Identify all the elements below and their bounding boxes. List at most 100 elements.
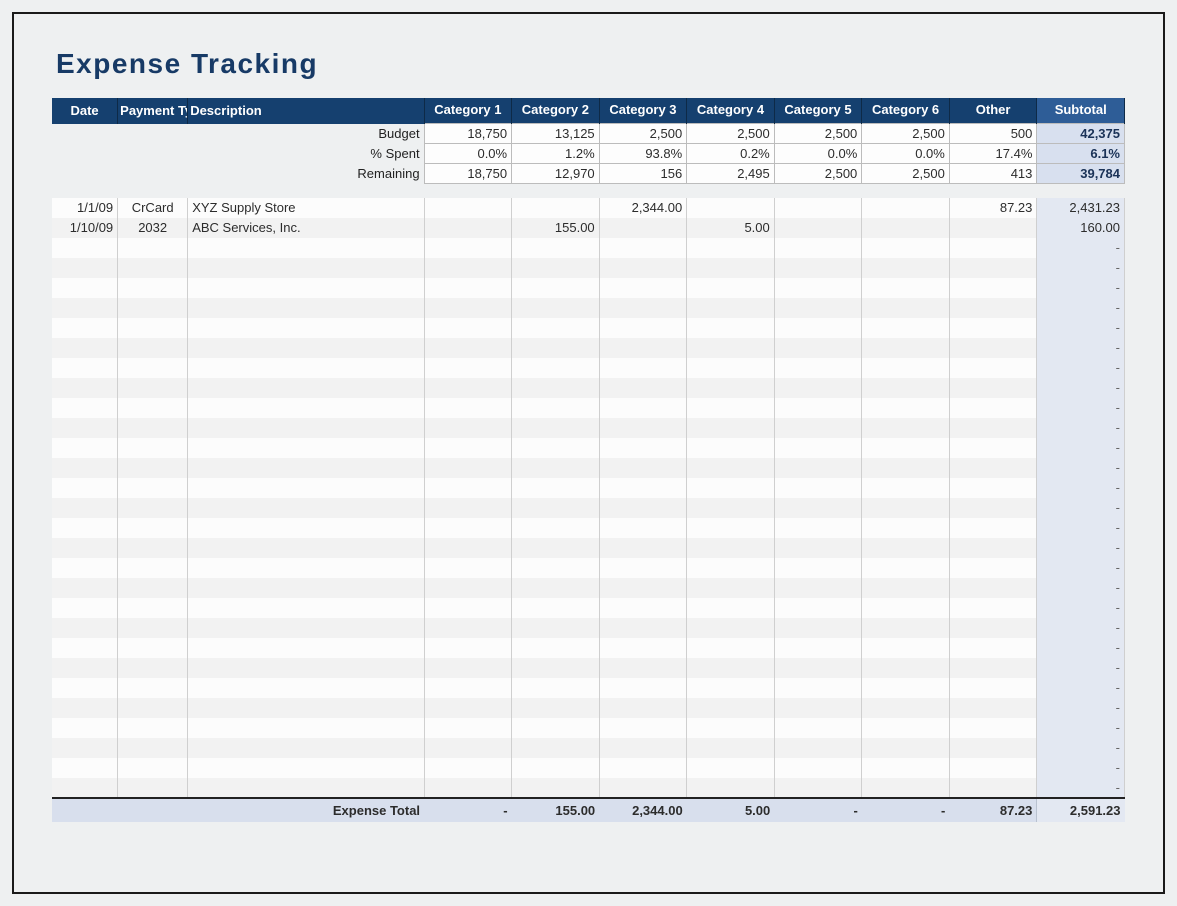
budget-c5[interactable]: 2,500 bbox=[774, 124, 862, 144]
cell-cat2[interactable] bbox=[512, 398, 600, 418]
col-cat4[interactable]: Category 4 bbox=[687, 98, 775, 124]
cell-payment[interactable] bbox=[118, 398, 188, 418]
cell-cat5[interactable] bbox=[774, 458, 862, 478]
cell-cat6[interactable] bbox=[862, 778, 950, 798]
cell-cat5[interactable] bbox=[774, 258, 862, 278]
cell-cat3[interactable] bbox=[599, 318, 687, 338]
cell-date[interactable]: 1/1/09 bbox=[52, 198, 118, 218]
cell-other[interactable] bbox=[949, 498, 1037, 518]
cell-other[interactable] bbox=[949, 338, 1037, 358]
cell-other[interactable] bbox=[949, 358, 1037, 378]
cell-date[interactable] bbox=[52, 498, 118, 518]
cell-cat4[interactable] bbox=[687, 518, 775, 538]
cell-cat6[interactable] bbox=[862, 258, 950, 278]
cell-cat3[interactable] bbox=[599, 518, 687, 538]
cell-cat4[interactable] bbox=[687, 418, 775, 438]
cell-cat4[interactable] bbox=[687, 718, 775, 738]
cell-cat5[interactable] bbox=[774, 278, 862, 298]
cell-date[interactable] bbox=[52, 538, 118, 558]
cell-cat4[interactable] bbox=[687, 658, 775, 678]
cell-cat2[interactable] bbox=[512, 238, 600, 258]
cell-cat4[interactable] bbox=[687, 538, 775, 558]
cell-cat1[interactable] bbox=[424, 518, 512, 538]
cell-cat6[interactable] bbox=[862, 198, 950, 218]
cell-payment[interactable] bbox=[118, 498, 188, 518]
cell-cat2[interactable] bbox=[512, 718, 600, 738]
cell-cat1[interactable] bbox=[424, 318, 512, 338]
cell-cat6[interactable] bbox=[862, 338, 950, 358]
cell-cat3[interactable] bbox=[599, 238, 687, 258]
cell-description[interactable] bbox=[188, 698, 424, 718]
cell-date[interactable] bbox=[52, 258, 118, 278]
cell-cat1[interactable] bbox=[424, 478, 512, 498]
cell-cat3[interactable] bbox=[599, 378, 687, 398]
cell-description[interactable] bbox=[188, 638, 424, 658]
cell-cat1[interactable] bbox=[424, 598, 512, 618]
cell-date[interactable] bbox=[52, 398, 118, 418]
cell-cat2[interactable] bbox=[512, 658, 600, 678]
col-cat3[interactable]: Category 3 bbox=[599, 98, 687, 124]
cell-description[interactable] bbox=[188, 518, 424, 538]
cell-description[interactable] bbox=[188, 598, 424, 618]
cell-other[interactable] bbox=[949, 218, 1037, 238]
cell-cat3[interactable] bbox=[599, 718, 687, 738]
cell-description[interactable] bbox=[188, 558, 424, 578]
cell-cat5[interactable] bbox=[774, 378, 862, 398]
cell-cat4[interactable] bbox=[687, 638, 775, 658]
cell-description[interactable] bbox=[188, 718, 424, 738]
cell-other[interactable] bbox=[949, 598, 1037, 618]
cell-cat3[interactable] bbox=[599, 218, 687, 238]
cell-payment[interactable]: CrCard bbox=[118, 198, 188, 218]
cell-payment[interactable] bbox=[118, 698, 188, 718]
cell-description[interactable] bbox=[188, 378, 424, 398]
cell-cat2[interactable] bbox=[512, 478, 600, 498]
cell-other[interactable] bbox=[949, 418, 1037, 438]
cell-cat5[interactable] bbox=[774, 398, 862, 418]
cell-payment[interactable] bbox=[118, 538, 188, 558]
cell-cat3[interactable] bbox=[599, 638, 687, 658]
cell-cat2[interactable] bbox=[512, 438, 600, 458]
cell-cat3[interactable] bbox=[599, 458, 687, 478]
cell-cat6[interactable] bbox=[862, 618, 950, 638]
cell-cat2[interactable] bbox=[512, 258, 600, 278]
cell-payment[interactable] bbox=[118, 438, 188, 458]
cell-cat4[interactable] bbox=[687, 578, 775, 598]
cell-description[interactable] bbox=[188, 338, 424, 358]
cell-cat2[interactable] bbox=[512, 358, 600, 378]
cell-other[interactable] bbox=[949, 678, 1037, 698]
cell-cat2[interactable] bbox=[512, 578, 600, 598]
cell-cat3[interactable] bbox=[599, 258, 687, 278]
cell-cat5[interactable] bbox=[774, 538, 862, 558]
cell-cat2[interactable] bbox=[512, 278, 600, 298]
cell-date[interactable] bbox=[52, 378, 118, 398]
cell-date[interactable] bbox=[52, 678, 118, 698]
cell-cat3[interactable] bbox=[599, 418, 687, 438]
cell-date[interactable] bbox=[52, 458, 118, 478]
cell-description[interactable] bbox=[188, 738, 424, 758]
cell-cat6[interactable] bbox=[862, 598, 950, 618]
cell-payment[interactable] bbox=[118, 598, 188, 618]
cell-date[interactable] bbox=[52, 558, 118, 578]
col-cat5[interactable]: Category 5 bbox=[774, 98, 862, 124]
budget-other[interactable]: 500 bbox=[949, 124, 1037, 144]
cell-cat3[interactable] bbox=[599, 738, 687, 758]
cell-date[interactable] bbox=[52, 478, 118, 498]
cell-cat3[interactable] bbox=[599, 358, 687, 378]
cell-other[interactable] bbox=[949, 698, 1037, 718]
cell-cat6[interactable] bbox=[862, 378, 950, 398]
cell-payment[interactable] bbox=[118, 618, 188, 638]
cell-payment[interactable] bbox=[118, 738, 188, 758]
cell-cat4[interactable] bbox=[687, 458, 775, 478]
cell-other[interactable] bbox=[949, 258, 1037, 278]
cell-cat4[interactable] bbox=[687, 438, 775, 458]
cell-description[interactable] bbox=[188, 778, 424, 798]
cell-payment[interactable] bbox=[118, 418, 188, 438]
cell-payment[interactable] bbox=[118, 518, 188, 538]
cell-cat4[interactable] bbox=[687, 678, 775, 698]
cell-cat3[interactable] bbox=[599, 298, 687, 318]
cell-cat6[interactable] bbox=[862, 278, 950, 298]
cell-cat5[interactable] bbox=[774, 358, 862, 378]
cell-cat2[interactable] bbox=[512, 418, 600, 438]
cell-date[interactable] bbox=[52, 438, 118, 458]
cell-cat1[interactable] bbox=[424, 658, 512, 678]
